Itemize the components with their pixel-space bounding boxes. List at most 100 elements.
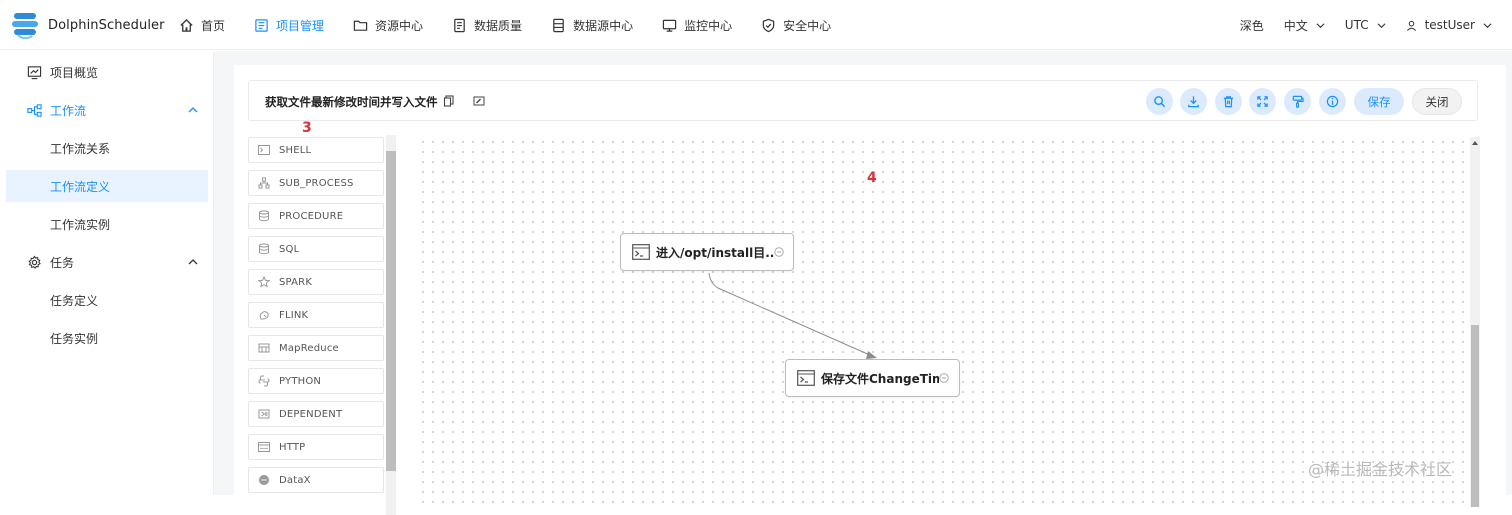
edge-connector[interactable]	[708, 272, 873, 357]
sidebar-item-task-instance[interactable]: 任务实例	[6, 322, 208, 354]
sidebar-item-workflow-definition[interactable]: 工作流定义	[6, 170, 208, 202]
download-button[interactable]	[1180, 88, 1207, 115]
dag-node-enter-install[interactable]: 进入/opt/install目...	[620, 233, 794, 271]
fullscreen-icon	[1257, 96, 1268, 107]
palette-item-procedure[interactable]: PROCEDURE	[248, 203, 384, 229]
sidebar-item-label: 项目概览	[50, 65, 99, 80]
node-info-icon[interactable]	[774, 247, 784, 257]
user-menu[interactable]: testUser	[1406, 18, 1492, 32]
nav-resource-center[interactable]: 资源中心	[352, 0, 423, 50]
paint-brush-icon	[1292, 95, 1304, 108]
main-content: 获取文件最新修改时间并写入文件 保存 关闭 SHELL SUB_PROCESS …	[214, 51, 1512, 515]
sidebar-item-task-definition[interactable]: 任务定义	[6, 284, 208, 316]
app-logo[interactable]: DolphinScheduler	[10, 10, 165, 40]
sidebar-item-project-overview[interactable]: 项目概览	[6, 56, 208, 88]
sidebar-item-label: 工作流	[50, 103, 87, 118]
top-navigation-bar: DolphinScheduler 首页 项目管理 资源中心 数据质量 数据源中心…	[0, 0, 1512, 50]
nav-security-center-label: 安全中心	[783, 18, 832, 33]
palette-item-flink[interactable]: FLINK	[248, 302, 384, 328]
close-button[interactable]: 关闭	[1412, 88, 1462, 115]
dependent-icon	[257, 407, 271, 421]
sidebar-item-workflow-instance[interactable]: 工作流实例	[6, 208, 208, 240]
palette-item-shell[interactable]: SHELL	[248, 137, 384, 163]
nav-monitor-center[interactable]: 监控中心	[661, 0, 732, 50]
palette-item-sql[interactable]: SQL	[248, 236, 384, 262]
username: testUser	[1424, 18, 1475, 32]
chevron-up-icon	[188, 107, 198, 113]
palette-scrollbar[interactable]	[386, 151, 396, 471]
chevron-down-icon	[1483, 22, 1492, 28]
python-icon	[257, 374, 271, 388]
palette-item-python[interactable]: PYTHON	[248, 368, 384, 394]
datax-icon	[257, 473, 271, 487]
canvas-scroll-thumb[interactable]	[1471, 325, 1479, 507]
sidebar-item-workflow-relation[interactable]: 工作流关系	[6, 132, 208, 164]
sidebar: 项目概览 工作流 工作流关系 工作流定义 工作流实例 任务 任务定义 任务实例	[0, 51, 214, 495]
palette-item-dependent[interactable]: DEPENDENT	[248, 401, 384, 427]
search-button[interactable]	[1146, 88, 1173, 115]
nav-security-center[interactable]: 安全中心	[760, 0, 831, 50]
sidebar-item-task[interactable]: 任务	[6, 246, 208, 278]
main-nav: 首页 项目管理 资源中心 数据质量 数据源中心 监控中心 安全中心	[178, 0, 859, 50]
nav-data-quality[interactable]: 数据质量	[451, 0, 522, 50]
save-button[interactable]: 保存	[1354, 88, 1404, 115]
search-icon	[1154, 96, 1166, 108]
node-info-icon[interactable]	[939, 373, 949, 383]
dolphin-logo-icon	[10, 10, 46, 40]
sidebar-item-label: 工作流定义	[50, 179, 111, 194]
task-palette: SHELL SUB_PROCESS PROCEDURE SQL SPARK FL…	[248, 135, 398, 515]
palette-item-sub-process[interactable]: SUB_PROCESS	[248, 170, 384, 196]
header-right-menu: 深色 中文 UTC testUser	[1240, 0, 1512, 50]
dag-canvas[interactable]: 进入/opt/install目... 保存文件ChangeTime	[418, 137, 1470, 507]
chevron-down-icon	[1377, 22, 1386, 28]
database-icon	[257, 209, 271, 223]
palette-item-datax[interactable]: DataX	[248, 467, 384, 493]
workflow-editor: 获取文件最新修改时间并写入文件 保存 关闭 SHELL SUB_PROCESS …	[234, 65, 1506, 515]
palette-item-label: SUB_PROCESS	[279, 177, 354, 189]
nav-monitor-center-label: 监控中心	[684, 18, 733, 33]
user-icon	[1406, 20, 1416, 31]
delete-button[interactable]	[1215, 88, 1242, 115]
canvas-scrollbar[interactable]	[1470, 137, 1480, 507]
palette-item-label: DEPENDENT	[279, 408, 343, 420]
sidebar-item-label: 任务实例	[50, 331, 99, 346]
dag-node-save-change-time[interactable]: 保存文件ChangeTime	[785, 359, 960, 397]
sidebar-item-workflow[interactable]: 工作流	[6, 94, 208, 126]
annotation-marker-canvas: 4	[867, 170, 877, 186]
palette-item-label: SPARK	[279, 276, 313, 288]
palette-item-spark[interactable]: SPARK	[248, 269, 384, 295]
annotation-marker-palette: 3	[302, 120, 312, 136]
fullscreen-button[interactable]	[1249, 88, 1276, 115]
language-select[interactable]: 中文	[1284, 17, 1325, 34]
terminal-icon	[797, 370, 815, 386]
download-icon	[1188, 96, 1199, 108]
info-button[interactable]	[1319, 88, 1346, 115]
palette-item-http[interactable]: HTTP	[248, 434, 384, 460]
workflow-icon	[26, 102, 42, 118]
palette-item-mapreduce[interactable]: MapReduce	[248, 335, 384, 361]
trash-icon	[1223, 96, 1234, 108]
chart-board-icon	[26, 64, 42, 80]
copy-icon[interactable]	[443, 95, 455, 107]
nav-data-quality-label: 数据质量	[474, 18, 523, 33]
http-icon	[257, 440, 271, 454]
sidebar-item-label: 任务	[50, 255, 75, 270]
dag-node-label: 进入/opt/install目...	[656, 246, 774, 260]
gear-icon	[26, 254, 42, 270]
nav-project-management[interactable]: 项目管理	[253, 0, 324, 50]
theme-toggle[interactable]: 深色	[1240, 17, 1264, 34]
timezone-select[interactable]: UTC	[1345, 18, 1386, 32]
nav-home-label: 首页	[201, 18, 226, 33]
edit-icon[interactable]	[473, 95, 485, 107]
grid-box-icon	[257, 341, 271, 355]
shield-icon	[760, 17, 776, 33]
palette-item-label: SHELL	[279, 144, 312, 156]
palette-item-label: PYTHON	[279, 375, 322, 387]
format-button[interactable]	[1284, 88, 1311, 115]
scroll-up-arrow-icon[interactable]	[1472, 141, 1478, 145]
info-icon	[1326, 95, 1339, 108]
workflow-title: 获取文件最新修改时间并写入文件	[265, 95, 438, 109]
nav-datasource-center[interactable]: 数据源中心	[550, 0, 633, 50]
nav-home[interactable]: 首页	[178, 0, 225, 50]
dag-toolbar: 获取文件最新修改时间并写入文件 保存 关闭	[248, 80, 1478, 121]
